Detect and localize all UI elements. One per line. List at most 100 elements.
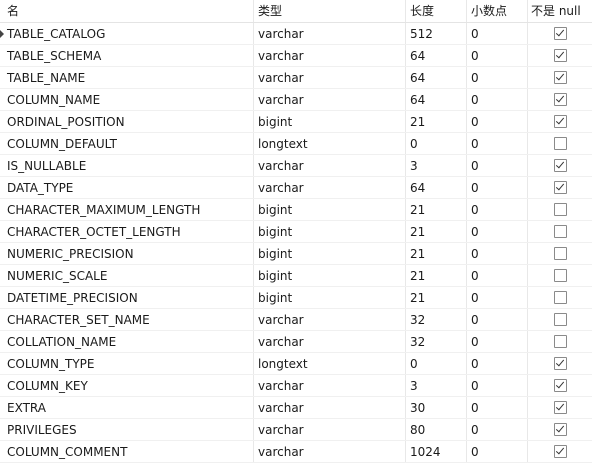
field-type-cell[interactable]: varchar (254, 23, 406, 44)
field-type-cell[interactable]: varchar (254, 419, 406, 440)
not-null-checkbox[interactable] (553, 269, 567, 282)
field-name-cell[interactable]: EXTRA (0, 397, 254, 418)
field-decimals-cell[interactable]: 0 (467, 67, 528, 88)
not-null-checkbox[interactable] (553, 71, 567, 84)
field-length-cell[interactable]: 0 (406, 353, 467, 374)
field-type-cell[interactable]: varchar (254, 375, 406, 396)
table-row[interactable]: ORDINAL_POSITION bigint 21 0 (0, 111, 592, 133)
table-row[interactable]: NUMERIC_SCALE bigint 21 0 (0, 265, 592, 287)
not-null-checkbox[interactable] (553, 27, 567, 40)
field-name-cell[interactable]: COLUMN_NAME (0, 89, 254, 110)
field-name-cell[interactable]: IS_NULLABLE (0, 155, 254, 176)
table-row[interactable]: COLLATION_NAME varchar 32 0 (0, 331, 592, 353)
field-name-cell[interactable]: COLUMN_KEY (0, 375, 254, 396)
table-row[interactable]: COLUMN_KEY varchar 3 0 (0, 375, 592, 397)
field-length-cell[interactable]: 64 (406, 67, 467, 88)
field-name-cell[interactable]: COLUMN_DEFAULT (0, 133, 254, 154)
table-row[interactable]: COLUMN_NAME varchar 64 0 (0, 89, 592, 111)
not-null-checkbox[interactable] (553, 291, 567, 304)
field-length-cell[interactable]: 64 (406, 89, 467, 110)
header-type[interactable]: 类型 (254, 0, 406, 22)
table-row[interactable]: CHARACTER_SET_NAME varchar 32 0 (0, 309, 592, 331)
field-name-cell[interactable]: CHARACTER_OCTET_LENGTH (0, 221, 254, 242)
not-null-checkbox[interactable] (553, 247, 567, 260)
field-length-cell[interactable]: 21 (406, 243, 467, 264)
field-decimals-cell[interactable]: 0 (467, 397, 528, 418)
field-decimals-cell[interactable]: 0 (467, 45, 528, 66)
field-decimals-cell[interactable]: 0 (467, 133, 528, 154)
field-name-cell[interactable]: DATETIME_PRECISION (0, 287, 254, 308)
field-name-cell[interactable]: COLLATION_NAME (0, 331, 254, 352)
table-row[interactable]: EXTRA varchar 30 0 (0, 397, 592, 419)
field-name-cell[interactable]: CHARACTER_SET_NAME (0, 309, 254, 330)
not-null-checkbox[interactable] (553, 379, 567, 392)
field-decimals-cell[interactable]: 0 (467, 331, 528, 352)
field-type-cell[interactable]: bigint (254, 265, 406, 286)
field-name-cell[interactable]: COLUMN_COMMENT (0, 441, 254, 462)
header-length[interactable]: 长度 (406, 0, 467, 22)
field-type-cell[interactable]: varchar (254, 155, 406, 176)
field-length-cell[interactable]: 64 (406, 177, 467, 198)
field-decimals-cell[interactable]: 0 (467, 155, 528, 176)
table-row[interactable]: COLUMN_TYPE longtext 0 0 (0, 353, 592, 375)
table-row[interactable]: DATA_TYPE varchar 64 0 (0, 177, 592, 199)
table-row[interactable]: CHARACTER_MAXIMUM_LENGTH bigint 21 0 (0, 199, 592, 221)
table-row[interactable]: TABLE_SCHEMA varchar 64 0 (0, 45, 592, 67)
not-null-checkbox[interactable] (553, 445, 567, 458)
not-null-checkbox[interactable] (553, 159, 567, 172)
not-null-checkbox[interactable] (553, 401, 567, 414)
field-name-cell[interactable]: PRIVILEGES (0, 419, 254, 440)
field-decimals-cell[interactable]: 0 (467, 243, 528, 264)
table-row[interactable]: COLUMN_DEFAULT longtext 0 0 (0, 133, 592, 155)
field-type-cell[interactable]: varchar (254, 397, 406, 418)
field-length-cell[interactable]: 21 (406, 221, 467, 242)
not-null-checkbox[interactable] (553, 49, 567, 62)
field-type-cell[interactable]: bigint (254, 111, 406, 132)
table-row[interactable]: DATETIME_PRECISION bigint 21 0 (0, 287, 592, 309)
field-decimals-cell[interactable]: 0 (467, 309, 528, 330)
field-decimals-cell[interactable]: 0 (467, 441, 528, 462)
field-type-cell[interactable]: bigint (254, 199, 406, 220)
field-decimals-cell[interactable]: 0 (467, 111, 528, 132)
field-type-cell[interactable]: longtext (254, 133, 406, 154)
field-name-cell[interactable]: NUMERIC_PRECISION (0, 243, 254, 264)
field-decimals-cell[interactable]: 0 (467, 199, 528, 220)
field-length-cell[interactable]: 32 (406, 331, 467, 352)
field-type-cell[interactable]: varchar (254, 309, 406, 330)
field-name-cell[interactable]: ORDINAL_POSITION (0, 111, 254, 132)
field-type-cell[interactable]: longtext (254, 353, 406, 374)
header-decimals[interactable]: 小数点 (467, 0, 528, 22)
table-row[interactable]: PRIVILEGES varchar 80 0 (0, 419, 592, 441)
field-name-cell[interactable]: COLUMN_TYPE (0, 353, 254, 374)
header-name[interactable]: 名 (0, 0, 254, 22)
not-null-checkbox[interactable] (553, 225, 567, 238)
not-null-checkbox[interactable] (553, 313, 567, 326)
field-decimals-cell[interactable]: 0 (467, 23, 528, 44)
field-length-cell[interactable]: 3 (406, 155, 467, 176)
field-type-cell[interactable]: bigint (254, 243, 406, 264)
not-null-checkbox[interactable] (553, 423, 567, 436)
field-length-cell[interactable]: 512 (406, 23, 467, 44)
table-row[interactable]: IS_NULLABLE varchar 3 0 (0, 155, 592, 177)
field-length-cell[interactable]: 21 (406, 199, 467, 220)
field-type-cell[interactable]: varchar (254, 45, 406, 66)
not-null-checkbox[interactable] (553, 137, 567, 150)
field-name-cell[interactable]: TABLE_NAME (0, 67, 254, 88)
table-row[interactable]: NUMERIC_PRECISION bigint 21 0 (0, 243, 592, 265)
field-decimals-cell[interactable]: 0 (467, 89, 528, 110)
field-length-cell[interactable]: 64 (406, 45, 467, 66)
field-type-cell[interactable]: bigint (254, 221, 406, 242)
field-decimals-cell[interactable]: 0 (467, 375, 528, 396)
field-type-cell[interactable]: varchar (254, 67, 406, 88)
field-type-cell[interactable]: bigint (254, 287, 406, 308)
field-length-cell[interactable]: 80 (406, 419, 467, 440)
field-length-cell[interactable]: 0 (406, 133, 467, 154)
field-name-cell[interactable]: NUMERIC_SCALE (0, 265, 254, 286)
table-row[interactable]: TABLE_CATALOG varchar 512 0 (0, 23, 592, 45)
field-length-cell[interactable]: 3 (406, 375, 467, 396)
field-decimals-cell[interactable]: 0 (467, 287, 528, 308)
field-type-cell[interactable]: varchar (254, 441, 406, 462)
field-decimals-cell[interactable]: 0 (467, 221, 528, 242)
field-name-cell[interactable]: TABLE_CATALOG (0, 23, 254, 44)
field-length-cell[interactable]: 21 (406, 265, 467, 286)
